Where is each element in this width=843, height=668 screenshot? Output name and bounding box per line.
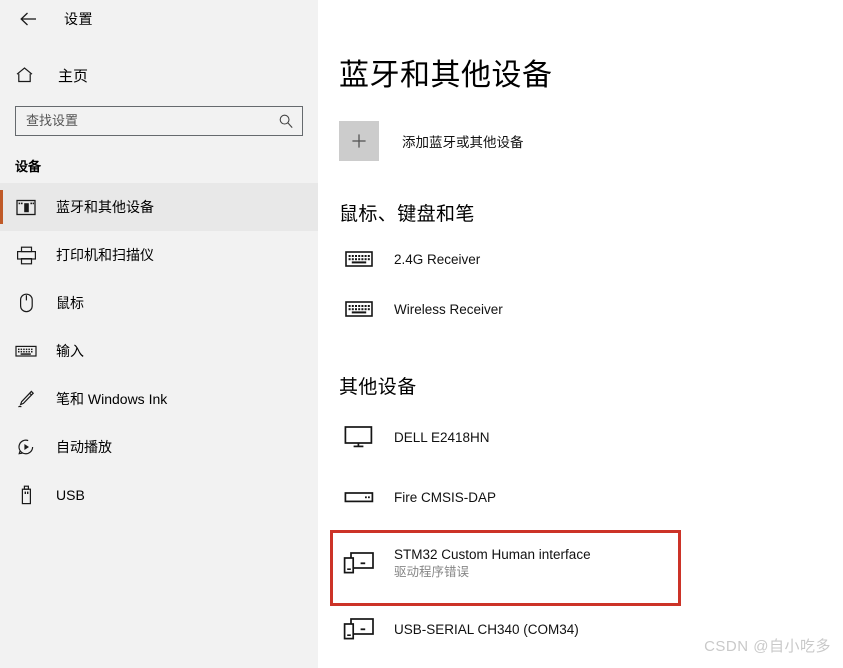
device-row[interactable]: 2.4G Receiver xyxy=(339,234,689,284)
device-text: USB-SERIAL CH340 (COM34) xyxy=(394,621,579,638)
sidebar-item-home[interactable]: 主页 xyxy=(0,58,318,92)
device-text: STM32 Custom Human interface 驱动程序错误 xyxy=(394,546,591,581)
device-row[interactable]: Wireless Receiver xyxy=(339,284,689,334)
autoplay-icon xyxy=(15,436,37,458)
sidebar-item-label: 自动播放 xyxy=(56,439,112,455)
sidebar-item-typing[interactable]: 输入 xyxy=(0,327,318,375)
back-button[interactable] xyxy=(12,4,46,34)
search-input[interactable] xyxy=(26,108,278,134)
usb-icon xyxy=(15,484,37,506)
add-bluetooth-or-other-device-button[interactable]: 添加蓝牙或其他设备 xyxy=(339,121,669,161)
selection-indicator xyxy=(0,430,3,464)
sidebar-item-label: 输入 xyxy=(56,343,84,359)
app-title: 设置 xyxy=(64,11,93,27)
device-group-other-devices: 其他设备 DELL E2418HN Fire CMSIS-DAP STM32 C… xyxy=(339,372,843,659)
add-device-label: 添加蓝牙或其他设备 xyxy=(402,135,524,150)
back-arrow-icon xyxy=(20,12,36,26)
device-row[interactable]: DELL E2418HN xyxy=(339,407,689,467)
sidebar-item-pen-and-windows-ink[interactable]: 笔和 Windows Ink xyxy=(0,375,318,423)
device-name: Wireless Receiver xyxy=(394,301,503,317)
mouse-icon xyxy=(15,292,37,314)
bluetooth-device-icon xyxy=(15,196,37,218)
keyboard-icon xyxy=(15,340,37,362)
sidebar: 设置 主页 设备 xyxy=(0,0,318,668)
device-text: DELL E2418HN xyxy=(394,429,490,446)
keyboard-icon xyxy=(343,293,375,325)
page-title: 蓝牙和其他设备 xyxy=(339,59,553,92)
device-text: 2.4G Receiver xyxy=(394,251,480,268)
search-icon[interactable] xyxy=(278,113,294,129)
device-name: DELL E2418HN xyxy=(394,429,490,445)
sidebar-nav-list: 蓝牙和其他设备 打印机和扫描仪 鼠标 输入 笔和 Windows Ink 自动播… xyxy=(0,183,318,519)
selection-indicator xyxy=(0,478,3,512)
sidebar-item-bluetooth-and-other-devices[interactable]: 蓝牙和其他设备 xyxy=(0,183,318,231)
device-text: Wireless Receiver xyxy=(394,301,503,318)
sidebar-item-usb[interactable]: USB xyxy=(0,471,318,519)
device-name: 2.4G Receiver xyxy=(394,251,481,267)
home-icon xyxy=(15,66,41,84)
device-box-icon xyxy=(343,481,375,513)
device-row-usb-serial-ch340[interactable]: USB-SERIAL CH340 (COM34) xyxy=(339,599,689,659)
sidebar-item-label: 笔和 Windows Ink xyxy=(56,391,168,407)
sidebar-item-printers-and-scanners[interactable]: 打印机和扫描仪 xyxy=(0,231,318,279)
watermark: CSDN @自小吃多 xyxy=(704,638,831,655)
sidebar-item-label: USB xyxy=(56,487,85,503)
device-group-mouse-keyboard-pen: 鼠标、键盘和笔 2.4G Receiver Wireless Receiver xyxy=(339,199,843,334)
monitor-icon xyxy=(343,421,375,453)
device-row-stm32-custom-human-interface[interactable]: STM32 Custom Human interface 驱动程序错误 xyxy=(339,527,689,599)
printer-icon xyxy=(15,244,37,266)
sidebar-item-mouse[interactable]: 鼠标 xyxy=(0,279,318,327)
devices-icon xyxy=(343,547,375,579)
selection-indicator xyxy=(0,238,3,272)
main-content: 蓝牙和其他设备 添加蓝牙或其他设备 鼠标、键盘和笔 2.4G Receiver … xyxy=(318,0,843,668)
plus-icon xyxy=(339,121,379,161)
device-name: Fire CMSIS-DAP xyxy=(394,489,497,505)
search-box[interactable] xyxy=(15,106,303,136)
sidebar-item-autoplay[interactable]: 自动播放 xyxy=(0,423,318,471)
sidebar-item-label: 鼠标 xyxy=(56,295,84,311)
selection-indicator xyxy=(0,382,3,416)
selection-indicator xyxy=(0,286,3,320)
selection-indicator xyxy=(0,334,3,368)
sidebar-section-label: 设备 xyxy=(15,159,42,174)
keyboard-icon xyxy=(343,243,375,275)
sidebar-item-label: 打印机和扫描仪 xyxy=(56,247,154,263)
settings-window: 设置 主页 设备 xyxy=(0,0,843,668)
device-status: 驱动程序错误 xyxy=(394,564,470,579)
title-bar: 设置 xyxy=(0,0,318,38)
group-title: 其他设备 xyxy=(339,377,417,398)
device-name: USB-SERIAL CH340 (COM34) xyxy=(394,621,579,637)
devices-icon xyxy=(343,613,375,645)
device-name: STM32 Custom Human interface xyxy=(394,546,591,562)
device-text: Fire CMSIS-DAP xyxy=(394,489,496,506)
sidebar-item-label: 蓝牙和其他设备 xyxy=(56,199,154,215)
home-label: 主页 xyxy=(58,67,89,85)
pen-icon xyxy=(15,388,37,410)
group-title: 鼠标、键盘和笔 xyxy=(339,204,475,225)
selection-indicator xyxy=(0,190,3,224)
device-row[interactable]: Fire CMSIS-DAP xyxy=(339,467,689,527)
